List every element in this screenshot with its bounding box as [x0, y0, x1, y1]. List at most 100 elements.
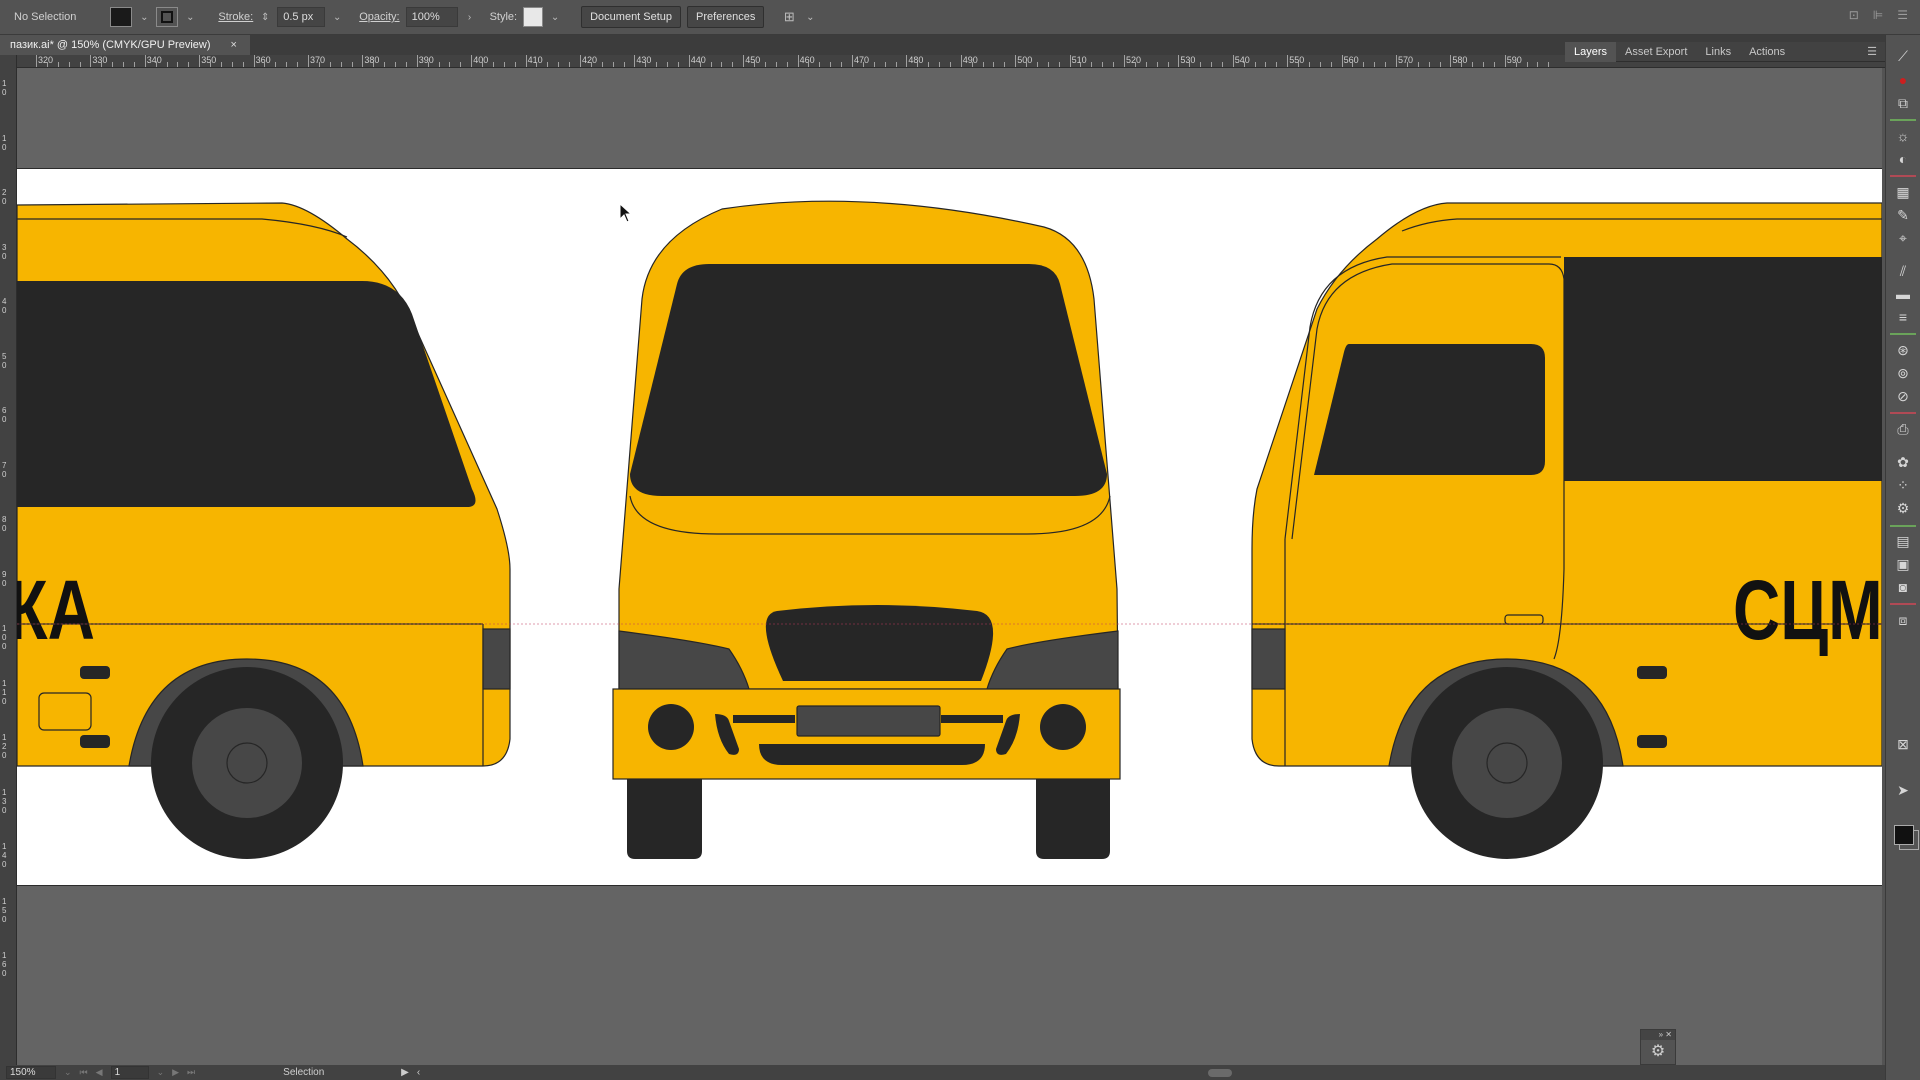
- right-bus-text: СЦМ I: [1733, 563, 1882, 657]
- ruler-tick: [199, 55, 201, 67]
- preferences-button[interactable]: Preferences: [687, 6, 765, 28]
- tab-layers[interactable]: Layers: [1565, 41, 1617, 62]
- right-bus-bumper: [1251, 628, 1286, 690]
- selection-status: No Selection: [14, 11, 77, 23]
- ruler-label: 470: [854, 55, 870, 65]
- right-bus-cab-pillar: [1564, 257, 1882, 481]
- stroke-icon[interactable]: ▬: [1893, 285, 1913, 303]
- graphic-style-swatch[interactable]: [523, 7, 544, 27]
- sphere-icon[interactable]: ◐: [1893, 150, 1913, 168]
- previous-artboard-icon[interactable]: ◀: [96, 1067, 103, 1078]
- scroll-left-icon[interactable]: ‹: [417, 1067, 420, 1078]
- settings-icon[interactable]: ⚙: [1641, 1040, 1675, 1064]
- ruler-label: 350: [201, 55, 217, 65]
- ruler-label: 550: [1289, 55, 1305, 65]
- brightness-icon[interactable]: ☼: [1893, 127, 1913, 145]
- color-icon[interactable]: ●: [1893, 71, 1913, 89]
- right-bus-marker-bottom: [1637, 735, 1667, 748]
- next-artboard-icon[interactable]: ▶: [172, 1067, 179, 1078]
- workspace-controls: ⊡ ⊫ ☰: [1849, 8, 1908, 22]
- opacity-input[interactable]: [405, 7, 458, 27]
- graphic-style-icon[interactable]: ⫽: [1893, 262, 1913, 280]
- scatter-icon[interactable]: ⁘: [1893, 476, 1913, 494]
- artboard-number-field[interactable]: 1: [110, 1066, 149, 1079]
- tab-actions[interactable]: Actions: [1740, 42, 1794, 62]
- ruler-label: 50: [2, 351, 7, 370]
- artboards-icon[interactable]: ⧈: [1893, 611, 1913, 629]
- close-icon[interactable]: ×: [231, 39, 237, 51]
- style-dropdown-icon[interactable]: ⌄: [549, 12, 561, 23]
- brush-icon[interactable]: ✎: [1893, 206, 1913, 224]
- search-icon[interactable]: ⊡: [1849, 8, 1859, 22]
- stroke-label[interactable]: Stroke:: [218, 11, 253, 23]
- arrange-icon[interactable]: ⊞: [780, 9, 798, 25]
- left-bus-bumper: [482, 628, 511, 690]
- stroke-dropdown-icon[interactable]: ⌄: [184, 12, 196, 23]
- image-icon[interactable]: ▣: [1893, 555, 1913, 573]
- arrange-dropdown-icon[interactable]: ⌄: [804, 12, 816, 23]
- fill-stroke-icon[interactable]: [1894, 825, 1914, 845]
- document-setup-button[interactable]: Document Setup: [581, 6, 682, 28]
- canvas[interactable]: КА: [17, 68, 1882, 1065]
- stroke-swatch[interactable]: [156, 7, 179, 27]
- ruler-label: 540: [1234, 55, 1250, 65]
- logo-icon[interactable]: ◙: [1893, 578, 1913, 596]
- tab-asset-export[interactable]: Asset Export: [1616, 42, 1696, 62]
- layers-icon[interactable]: ▤: [1893, 532, 1913, 550]
- align-icon[interactable]: ⊘: [1893, 387, 1913, 405]
- ruler-label: 570: [1398, 55, 1414, 65]
- mouse-cursor-icon: [619, 203, 633, 223]
- workspace-switcher-icon[interactable]: ⊫: [1873, 8, 1883, 22]
- left-bus-hub-cap: [226, 742, 268, 784]
- front-bus-fog-light-left: [648, 704, 694, 750]
- color-guide-icon[interactable]: ⧉: [1893, 94, 1913, 112]
- ruler-label: 500: [1017, 55, 1033, 65]
- last-artboard-icon[interactable]: ⏭: [187, 1067, 195, 1078]
- selection-tool-icon[interactable]: ➤: [1893, 781, 1913, 799]
- artboard[interactable]: КА: [17, 168, 1882, 886]
- fill-swatch[interactable]: [110, 7, 133, 27]
- artboard-dropdown-icon[interactable]: ⌄: [157, 1067, 165, 1078]
- panel-menu-icon[interactable]: ☰: [1897, 8, 1908, 22]
- status-menu-icon[interactable]: ▶: [401, 1067, 409, 1078]
- ruler-tick: [1287, 55, 1289, 67]
- front-bus-bar-left: [733, 715, 795, 723]
- ruler-tick: [253, 55, 255, 67]
- dock-separator: [1890, 333, 1916, 335]
- settings-icon[interactable]: ⚙: [1893, 499, 1913, 517]
- pathfinder-icon[interactable]: ⊛: [1893, 341, 1913, 359]
- zoom-dropdown-icon[interactable]: ⌄: [64, 1067, 72, 1078]
- vertical-ruler[interactable]: 10 10 20 30 40 50 60 70 80 90 100 110 120 130 140 150 16…: [0, 55, 17, 1065]
- first-artboard-icon[interactable]: ⏮: [80, 1067, 88, 1078]
- floating-panel-header[interactable]: » ✕: [1641, 1030, 1675, 1040]
- swatch-library-icon[interactable]: ▦: [1893, 183, 1913, 201]
- ruler-label: 590: [1506, 55, 1522, 65]
- fill-dropdown-icon[interactable]: ⌄: [138, 12, 150, 23]
- opacity-label[interactable]: Opacity:: [359, 11, 399, 23]
- ruler-tick: [1124, 55, 1125, 67]
- ruler-label: 410: [527, 55, 543, 65]
- left-bus: КА: [17, 202, 511, 859]
- bus-artwork[interactable]: КА: [17, 169, 1882, 887]
- tab-links[interactable]: Links: [1696, 42, 1740, 62]
- zoom-field[interactable]: 150%: [6, 1066, 56, 1079]
- stroke-stepper-icon[interactable]: ⇕: [259, 12, 271, 23]
- opacity-expand-icon[interactable]: ›: [464, 12, 476, 23]
- paragraph-icon[interactable]: ≡: [1893, 308, 1913, 326]
- magic-wand-icon[interactable]: ⟋: [1893, 47, 1913, 65]
- stroke-weight-input[interactable]: [277, 7, 326, 27]
- ruler-label: 560: [1343, 55, 1359, 65]
- symbol-icon[interactable]: ✿: [1893, 453, 1913, 471]
- print-icon[interactable]: ⎙: [1893, 420, 1913, 438]
- ruler-label: 490: [962, 55, 978, 65]
- appearance-icon[interactable]: ⊚: [1893, 364, 1913, 382]
- document-tab[interactable]: пазик.ai* @ 150% (CMYK/GPU Preview) ×: [0, 35, 250, 55]
- transform-icon[interactable]: ⌖: [1893, 229, 1913, 247]
- stroke-weight-dropdown-icon[interactable]: ⌄: [331, 12, 343, 23]
- horizontal-scrollbar-thumb[interactable]: [1208, 1069, 1232, 1077]
- ruler-label: 370: [310, 55, 326, 65]
- ruler-label: 10: [2, 133, 7, 152]
- panel-options-icon[interactable]: ☰: [1867, 45, 1877, 58]
- navigator-icon[interactable]: ⊠: [1893, 735, 1913, 753]
- ruler-tick: [144, 55, 146, 67]
